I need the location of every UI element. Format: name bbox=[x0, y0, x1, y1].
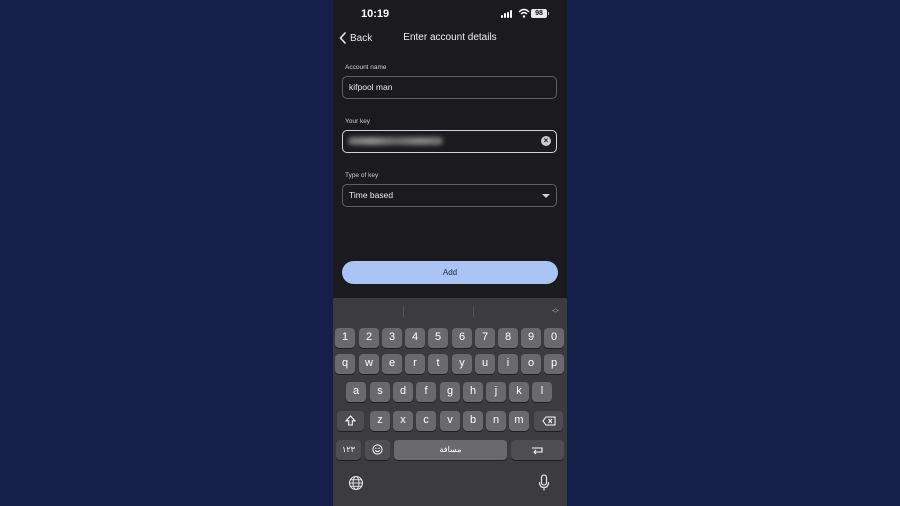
key[interactable]: 8 bbox=[498, 328, 518, 348]
battery-icon: 98 bbox=[531, 9, 549, 18]
key[interactable]: 3 bbox=[382, 328, 402, 348]
phone-screen: 10:19 98 Back Enter account details Acco… bbox=[333, 0, 567, 506]
key[interactable]: v bbox=[440, 411, 460, 431]
microphone-icon[interactable] bbox=[538, 474, 550, 492]
clear-icon[interactable]: × bbox=[541, 136, 551, 146]
key[interactable]: s bbox=[370, 382, 390, 402]
key[interactable]: h bbox=[463, 382, 483, 402]
account-name-label: Account name bbox=[345, 64, 387, 71]
shift-icon bbox=[344, 415, 357, 426]
key-label: Your key bbox=[345, 118, 371, 125]
status-time: 10:19 bbox=[361, 8, 390, 20]
key-type-value: Time based bbox=[349, 190, 394, 200]
key[interactable]: 1 bbox=[335, 328, 355, 348]
key[interactable]: q bbox=[335, 354, 355, 374]
account-name-field[interactable]: kifpool man bbox=[342, 76, 557, 99]
key[interactable]: t bbox=[428, 354, 448, 374]
key[interactable]: j bbox=[486, 382, 506, 402]
return-key[interactable] bbox=[511, 440, 564, 460]
key-type-select[interactable]: Time based bbox=[342, 184, 557, 207]
key[interactable]: 5 bbox=[428, 328, 448, 348]
key[interactable]: i bbox=[498, 354, 518, 374]
suggestion-divider bbox=[403, 306, 404, 317]
key[interactable]: m bbox=[509, 411, 529, 431]
suggestion-bar: ︿ ﹀ bbox=[333, 298, 567, 323]
delete-key[interactable] bbox=[534, 411, 563, 431]
key[interactable]: l bbox=[532, 382, 552, 402]
key-type-label: Type of key bbox=[345, 172, 379, 179]
key[interactable]: d bbox=[393, 382, 413, 402]
return-icon bbox=[531, 447, 543, 455]
key[interactable]: p bbox=[544, 354, 564, 374]
key[interactable]: n bbox=[486, 411, 506, 431]
backspace-icon bbox=[541, 416, 555, 426]
key[interactable]: b bbox=[463, 411, 483, 431]
space-key[interactable]: مسافة bbox=[394, 440, 507, 460]
key[interactable]: 6 bbox=[452, 328, 472, 348]
key[interactable]: z bbox=[370, 411, 390, 431]
key[interactable]: k bbox=[509, 382, 529, 402]
key[interactable]: 0 bbox=[544, 328, 564, 348]
key[interactable]: r bbox=[405, 354, 425, 374]
globe-icon[interactable] bbox=[348, 475, 364, 491]
key[interactable]: o bbox=[521, 354, 541, 374]
keyboard: ︿ ﹀ 1 2 3 4 5 6 7 8 9 0 q w e r t y u i o… bbox=[333, 298, 567, 506]
emoji-key[interactable] bbox=[365, 440, 390, 460]
key[interactable]: y bbox=[452, 354, 472, 374]
signal-icon bbox=[501, 10, 512, 18]
key[interactable]: c bbox=[416, 411, 436, 431]
emoji-icon bbox=[372, 444, 383, 455]
key[interactable]: 9 bbox=[521, 328, 541, 348]
key[interactable]: 2 bbox=[359, 328, 379, 348]
key[interactable]: x bbox=[393, 411, 413, 431]
key[interactable]: g bbox=[440, 382, 460, 402]
key[interactable]: 7 bbox=[475, 328, 495, 348]
add-button[interactable]: Add bbox=[342, 261, 558, 284]
key[interactable]: 4 bbox=[405, 328, 425, 348]
suggestion-divider bbox=[473, 306, 474, 317]
shift-key[interactable] bbox=[337, 411, 364, 431]
key-field[interactable]: × bbox=[342, 130, 557, 153]
key[interactable]: e bbox=[382, 354, 402, 374]
key[interactable]: w bbox=[359, 354, 379, 374]
redacted-key-value bbox=[348, 137, 443, 145]
chevron-down-icon bbox=[542, 194, 550, 198]
key[interactable]: u bbox=[475, 354, 495, 374]
status-bar: 10:19 98 bbox=[333, 0, 567, 26]
numbers-key[interactable]: ١٢٣ bbox=[336, 440, 361, 460]
key[interactable]: a bbox=[346, 382, 366, 402]
page-title: Enter account details bbox=[403, 32, 497, 43]
chevron-updown-icon[interactable]: ︿ ﹀ bbox=[552, 305, 559, 318]
wifi-icon bbox=[518, 8, 530, 18]
key[interactable]: f bbox=[416, 382, 436, 402]
